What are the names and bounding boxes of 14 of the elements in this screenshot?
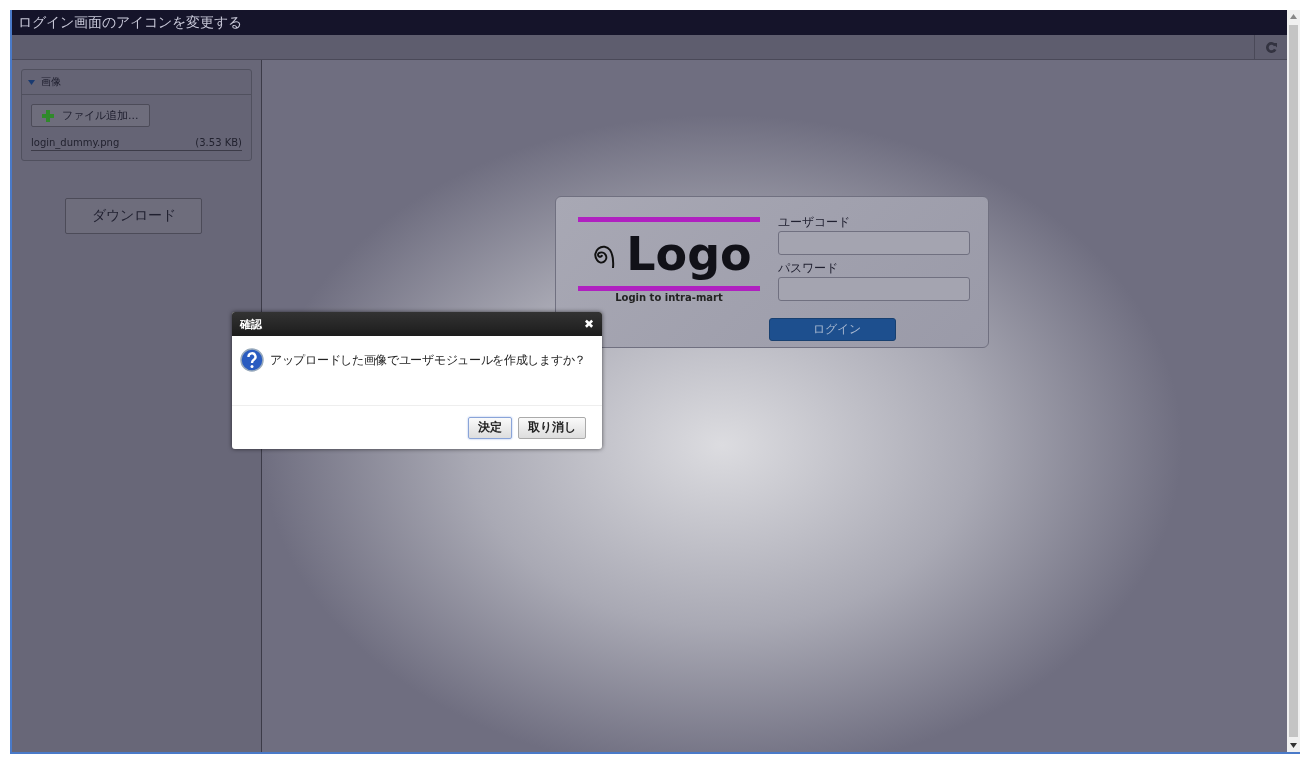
field-label: ユーザコード bbox=[778, 214, 851, 231]
login-button[interactable]: ログイン bbox=[769, 318, 896, 341]
logo-caption: Login to intra-mart bbox=[615, 292, 723, 303]
field-label: パスワード bbox=[778, 260, 839, 277]
logo-text: Logo bbox=[626, 226, 752, 282]
dialog-title: 確認 bbox=[240, 316, 262, 332]
dialog-message: アップロードした画像でユーザモジュールを作成しますか？ bbox=[270, 352, 586, 369]
dialog-button[interactable]: 取り消し bbox=[518, 416, 586, 439]
file-name: login_dummy.png bbox=[31, 137, 120, 148]
window-title: ログイン画面のアイコンを変更する bbox=[12, 10, 1287, 35]
dialog-button[interactable]: 決定 bbox=[468, 416, 512, 439]
file-size: (3.53 KB) bbox=[195, 137, 242, 148]
section-title: 画像 bbox=[41, 75, 61, 89]
close-button[interactable]: ✖ bbox=[584, 317, 594, 331]
